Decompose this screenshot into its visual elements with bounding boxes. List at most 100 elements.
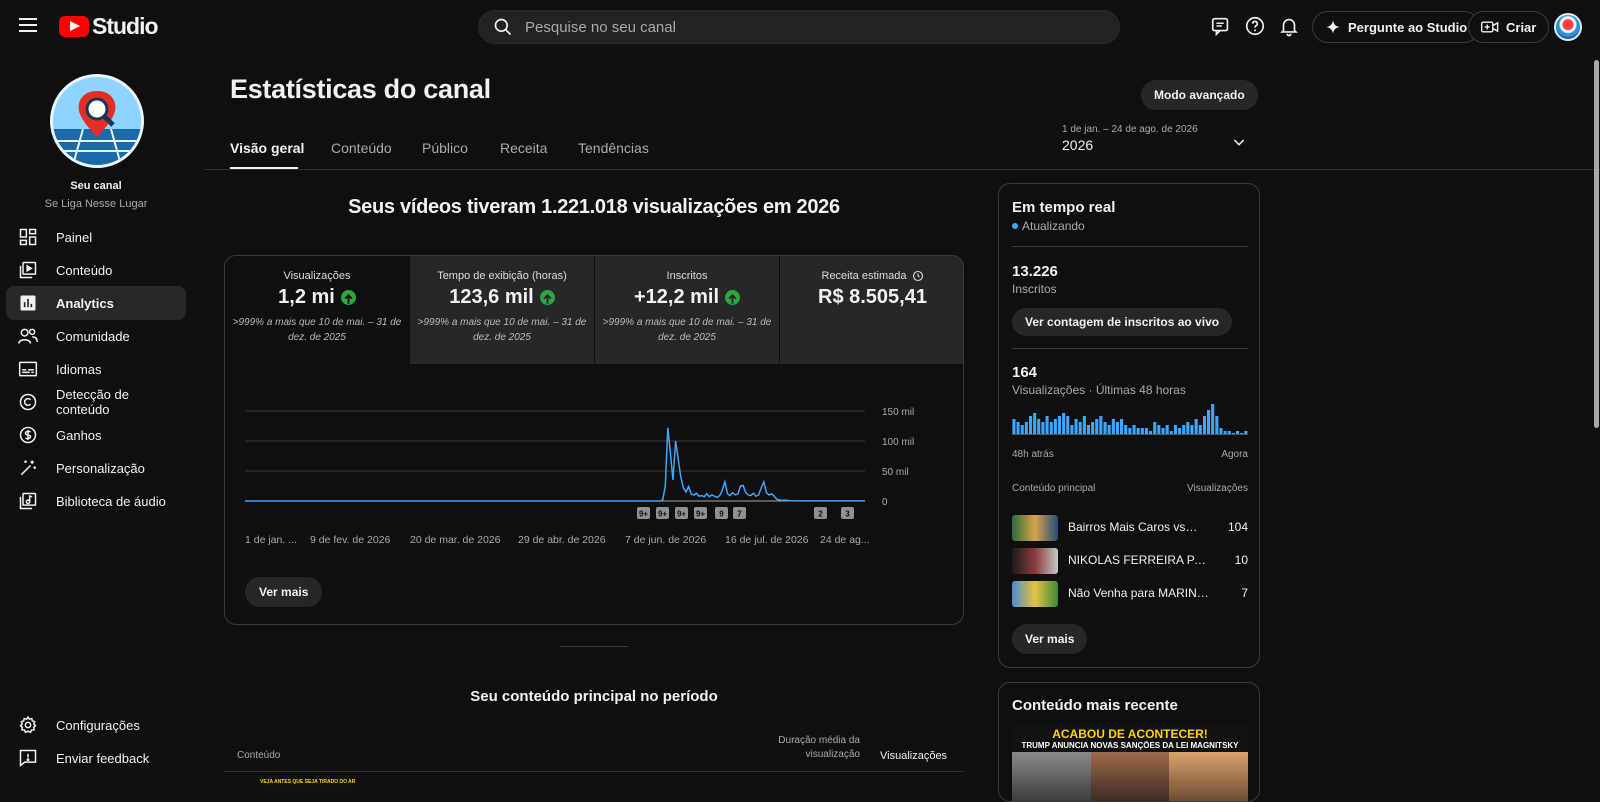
bars-end-label: Agora (1221, 449, 1248, 460)
realtime-bar (1136, 428, 1140, 434)
logo-text: Studio (92, 12, 159, 39)
realtime-bar (1140, 428, 1144, 434)
realtime-bar (1132, 425, 1136, 434)
realtime-bar (1020, 425, 1024, 434)
realtime-views-label: Visualizações · Últimas 48 horas (1012, 383, 1186, 397)
audio-library-icon (16, 489, 40, 513)
thumbnail-headline: ACABOU DE ACONTECER! (1012, 725, 1248, 741)
realtime-views-value: 164 (1012, 364, 1038, 381)
search-bar[interactable] (478, 10, 1120, 44)
table-divider (224, 771, 964, 772)
nav-item-label: Idiomas (56, 361, 102, 377)
realtime-bar (1153, 422, 1157, 434)
advanced-mode-button[interactable]: Modo avançado (1141, 80, 1258, 110)
column-header-content: Conteúdo (237, 750, 281, 761)
column-header-avg-duration[interactable]: Duração média da visualização (768, 734, 860, 762)
account-avatar[interactable] (1554, 13, 1582, 41)
nav-item-label: Configurações (56, 717, 140, 733)
realtime-bar (1041, 422, 1045, 434)
see-more-button[interactable]: Ver mais (245, 577, 323, 607)
nav-item-biblioteca-audio[interactable]: Biblioteca de áudio (6, 484, 186, 518)
page-title: Estatísticas do canal (230, 74, 491, 104)
realtime-bar (1231, 433, 1235, 434)
notifications-icon[interactable] (1278, 15, 1302, 39)
create-video-icon (1481, 21, 1499, 33)
tab-conteudo[interactable]: Conteúdo (331, 140, 392, 156)
realtime-bar (1236, 431, 1240, 434)
tab-receita[interactable]: Receita (500, 140, 547, 156)
channel-title: Seu canal (70, 180, 122, 192)
video-thumbnail[interactable] (1012, 581, 1058, 607)
search-input[interactable] (523, 17, 1083, 37)
comments-icon[interactable] (1210, 15, 1234, 39)
realtime-bar (1115, 422, 1119, 434)
nav-item-enviar-feedback[interactable]: Enviar feedback (6, 741, 186, 775)
nav-item-conteudo[interactable]: Conteúdo (6, 253, 186, 287)
realtime-bar (1169, 431, 1173, 434)
realtime-bar (1149, 431, 1153, 434)
video-thumbnail[interactable] (1012, 548, 1058, 574)
realtime-row-title[interactable]: Bairros Mais Caros vs. ... (1068, 520, 1200, 534)
nav-item-label: Detecção de conteúdo (55, 387, 129, 417)
realtime-bar (1045, 416, 1049, 434)
y-tick-label: 0 (882, 497, 888, 508)
create-button[interactable]: Criar (1468, 11, 1550, 43)
realtime-bar (1157, 425, 1161, 434)
realtime-bar (1049, 422, 1053, 434)
sidebar: Seu canal Se Liga Nesse Lugar Painel Con… (0, 54, 200, 790)
video-thumbnail[interactable] (1012, 515, 1058, 541)
ask-studio-button[interactable]: Pergunte ao Studio (1312, 11, 1481, 43)
realtime-bar (1161, 428, 1165, 434)
x-tick-label: 7 de jun. de 2026 (625, 534, 706, 546)
views-series-line (245, 427, 865, 502)
live-subscriber-count-button[interactable]: Ver contagem de inscritos ao vivo (1012, 308, 1233, 336)
nav-item-analytics[interactable]: Analytics (6, 286, 186, 320)
chevron-down-icon[interactable] (1231, 134, 1247, 155)
realtime-bar (1091, 422, 1095, 434)
recent-content-title: Conteúdo mais recente (1012, 697, 1178, 714)
channel-avatar[interactable] (50, 74, 144, 168)
nav-item-personalizacao[interactable]: Personalização (6, 451, 186, 485)
tab-visao-geral[interactable]: Visão geral (230, 140, 304, 156)
nav-item-configuracoes[interactable]: Configurações (6, 708, 186, 742)
realtime-bar (1033, 413, 1037, 434)
overview-card: Visualizações 1,2 mi >999% a mais que 10… (224, 255, 964, 625)
realtime-views-bar-chart[interactable] (1012, 404, 1248, 436)
recent-video-thumbnail[interactable]: ACABOU DE ACONTECER! TRUMP ANUNCIA NOVAS… (1012, 725, 1248, 801)
help-icon[interactable] (1244, 15, 1268, 39)
realtime-bar (1244, 431, 1248, 434)
feedback-icon (16, 746, 40, 770)
tab-publico[interactable]: Público (422, 140, 468, 156)
menu-icon[interactable] (16, 14, 40, 38)
nav-item-label: Ganhos (56, 427, 102, 443)
marker-label: 9+ (677, 510, 686, 519)
nav-item-ganhos[interactable]: Ganhos (6, 418, 186, 452)
nav-item-painel[interactable]: Painel (6, 220, 186, 254)
realtime-title: Em tempo real (1012, 199, 1116, 216)
x-tick-label: 24 de ag... (820, 534, 870, 546)
date-range-label[interactable]: 1 de jan. – 24 de ago. de 2026 (1062, 124, 1198, 135)
realtime-bar (1227, 431, 1231, 434)
date-range-value[interactable]: 2026 (1062, 137, 1093, 153)
studio-logo[interactable]: Studio (59, 12, 159, 39)
content-icon (16, 258, 40, 282)
nav-item-idiomas[interactable]: Idiomas (6, 352, 186, 386)
realtime-bar (1128, 428, 1132, 434)
marker-label: 9+ (696, 510, 705, 519)
thumbnail-subheadline: TRUMP ANUNCIA NOVAS SANÇÕES DA LEI MAGNI… (1012, 741, 1248, 752)
realtime-row-title[interactable]: Não Venha para MARINGÁ ... (1068, 586, 1218, 600)
views-line-chart[interactable]: 150 mil 100 mil 50 mil 0 1 de jan. ... 9 de f… (225, 256, 964, 625)
tab-tendencias[interactable]: Tendências (578, 140, 649, 156)
nav-item-comunidade[interactable]: Comunidade (6, 319, 186, 353)
top-content-thumbnail[interactable]: VEJA ANTES QUE SEJA TIRADO DO AR (258, 778, 358, 790)
scrollbar-thumb[interactable] (1594, 60, 1599, 428)
realtime-bar (1016, 422, 1020, 434)
realtime-see-more-button[interactable]: Ver mais (1012, 624, 1088, 654)
nav-item-deteccao[interactable]: Detecção de conteúdo (6, 385, 186, 419)
realtime-bar (1095, 419, 1099, 434)
sparkle-icon (1326, 20, 1340, 34)
realtime-row-title[interactable]: NIKOLAS FERREIRA PARA... (1068, 553, 1213, 567)
column-header-views[interactable]: Visualizações (880, 750, 947, 762)
realtime-row-views: 7 (1241, 586, 1248, 600)
tabs-divider (204, 169, 1600, 170)
